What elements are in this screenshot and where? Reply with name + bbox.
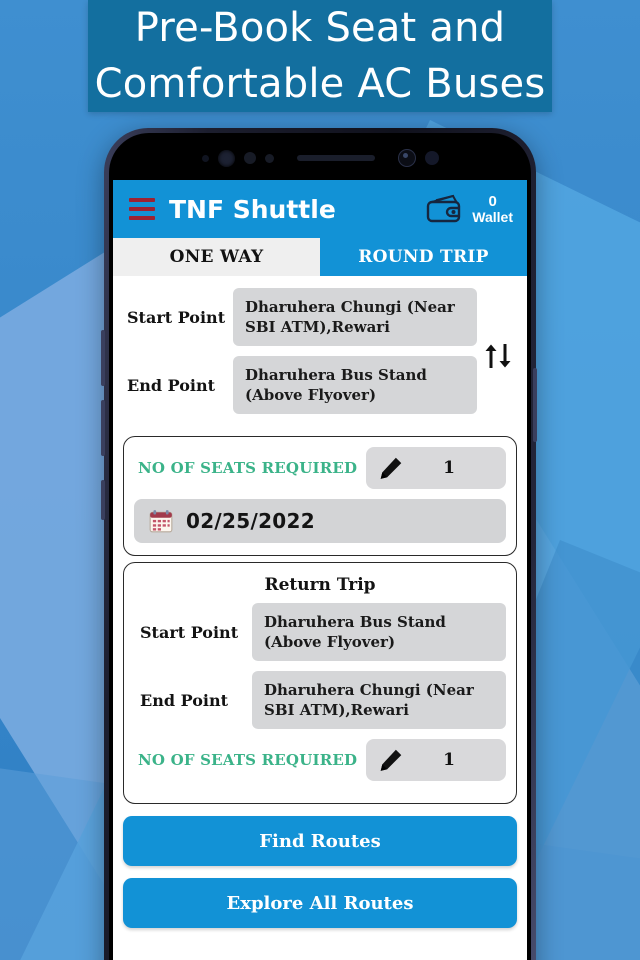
wallet-text-group: 0 Wallet xyxy=(472,194,513,224)
onward-trip-fields: Start Point Dharuhera Chungi (Near SBI A… xyxy=(121,288,477,424)
journey-date-picker[interactable]: 02/25/2022 xyxy=(134,499,506,543)
explore-all-routes-button[interactable]: Explore All Routes xyxy=(123,878,517,928)
phone-screen: TNF Shuttle 0 Wallet ONE WAY ROUND TRIP … xyxy=(113,180,527,960)
return-seats-stepper[interactable]: 1 xyxy=(366,739,506,781)
pencil-icon xyxy=(380,749,402,771)
return-start-point-label: Start Point xyxy=(140,622,239,642)
wallet-amount: 0 xyxy=(488,192,497,210)
find-routes-button[interactable]: Find Routes xyxy=(123,816,517,866)
swap-points-button[interactable] xyxy=(477,333,519,379)
app-header: TNF Shuttle 0 Wallet xyxy=(113,180,527,238)
onward-seats-label: NO OF SEATS REQUIRED xyxy=(138,459,358,477)
return-start-point-input[interactable]: Dharuhera Bus Stand (Above Flyover) xyxy=(252,603,506,661)
return-end-point-row: End Point Dharuhera Chungi (Near SBI ATM… xyxy=(134,671,506,729)
action-buttons: Find Routes Explore All Routes xyxy=(113,810,527,928)
light-sensor-icon xyxy=(243,152,256,164)
tab-one-way[interactable]: ONE WAY xyxy=(113,238,320,276)
journey-date-value: 02/25/2022 xyxy=(186,509,315,533)
return-seats-value: 1 xyxy=(443,750,455,770)
assistant-button[interactable] xyxy=(101,480,105,520)
tab-round-trip[interactable]: ROUND TRIP xyxy=(320,238,527,276)
onward-start-point-input[interactable]: Dharuhera Chungi (Near SBI ATM),Rewari xyxy=(233,288,477,346)
volume-up-button[interactable] xyxy=(101,330,105,386)
return-seats-label: NO OF SEATS REQUIRED xyxy=(138,751,358,769)
power-button[interactable] xyxy=(533,368,537,442)
iris-sensor-icon xyxy=(264,153,274,163)
wallet-label: Wallet xyxy=(472,208,513,225)
onward-end-point-input[interactable]: Dharuhera Bus Stand (Above Flyover) xyxy=(233,356,477,414)
led-indicator-icon xyxy=(424,151,439,165)
onward-start-point-row: Start Point Dharuhera Chungi (Near SBI A… xyxy=(121,288,477,346)
onward-start-point-label: Start Point xyxy=(127,307,226,327)
return-end-point-label: End Point xyxy=(140,690,228,710)
return-seats-row: NO OF SEATS REQUIRED 1 xyxy=(134,739,506,781)
pencil-icon xyxy=(380,457,402,479)
onward-trip-section: Start Point Dharuhera Chungi (Near SBI A… xyxy=(113,276,527,430)
phone-inner-frame: TNF Shuttle 0 Wallet ONE WAY ROUND TRIP … xyxy=(109,133,531,960)
app-title: TNF Shuttle xyxy=(169,194,336,224)
wallet-icon xyxy=(427,194,461,223)
volume-down-button[interactable] xyxy=(101,400,105,456)
front-camera-secondary-icon xyxy=(217,149,235,167)
promo-banner-line-1: Pre-Book Seat and xyxy=(134,5,506,51)
calendar-icon xyxy=(149,510,173,533)
hamburger-menu-icon[interactable] xyxy=(129,198,155,220)
return-trip-title: Return Trip xyxy=(264,575,376,595)
trip-type-tabs: ONE WAY ROUND TRIP xyxy=(113,238,527,276)
onward-seats-value: 1 xyxy=(443,458,455,478)
earpiece-speaker-icon xyxy=(296,155,375,161)
onward-seats-stepper[interactable]: 1 xyxy=(366,447,506,489)
swap-vertical-icon xyxy=(485,344,511,368)
return-end-point-input[interactable]: Dharuhera Chungi (Near SBI ATM),Rewari xyxy=(252,671,506,729)
phone-top-bezel xyxy=(113,136,527,180)
seats-and-date-card: NO OF SEATS REQUIRED 1 02/25/2022 xyxy=(123,436,517,556)
phone-device-frame: TNF Shuttle 0 Wallet ONE WAY ROUND TRIP … xyxy=(104,128,536,960)
promo-banner: Pre-Book Seat and Comfortable AC Buses xyxy=(88,0,552,112)
promo-banner-line-2: Comfortable AC Buses xyxy=(94,61,546,107)
onward-end-point-label: End Point xyxy=(127,375,215,395)
return-start-point-row: Start Point Dharuhera Bus Stand (Above F… xyxy=(134,603,506,661)
proximity-sensor-icon xyxy=(201,154,209,162)
onward-end-point-row: End Point Dharuhera Bus Stand (Above Fly… xyxy=(121,356,477,414)
onward-seats-row: NO OF SEATS REQUIRED 1 xyxy=(134,447,506,489)
screenshot-stage: Pre-Book Seat and Comfortable AC Buses T… xyxy=(0,0,640,960)
app-body: Start Point Dharuhera Chungi (Near SBI A… xyxy=(113,276,527,948)
front-camera-icon xyxy=(397,149,416,167)
return-trip-card: Return Trip Start Point Dharuhera Bus St… xyxy=(123,562,517,804)
wallet-button[interactable]: 0 Wallet xyxy=(426,193,513,225)
